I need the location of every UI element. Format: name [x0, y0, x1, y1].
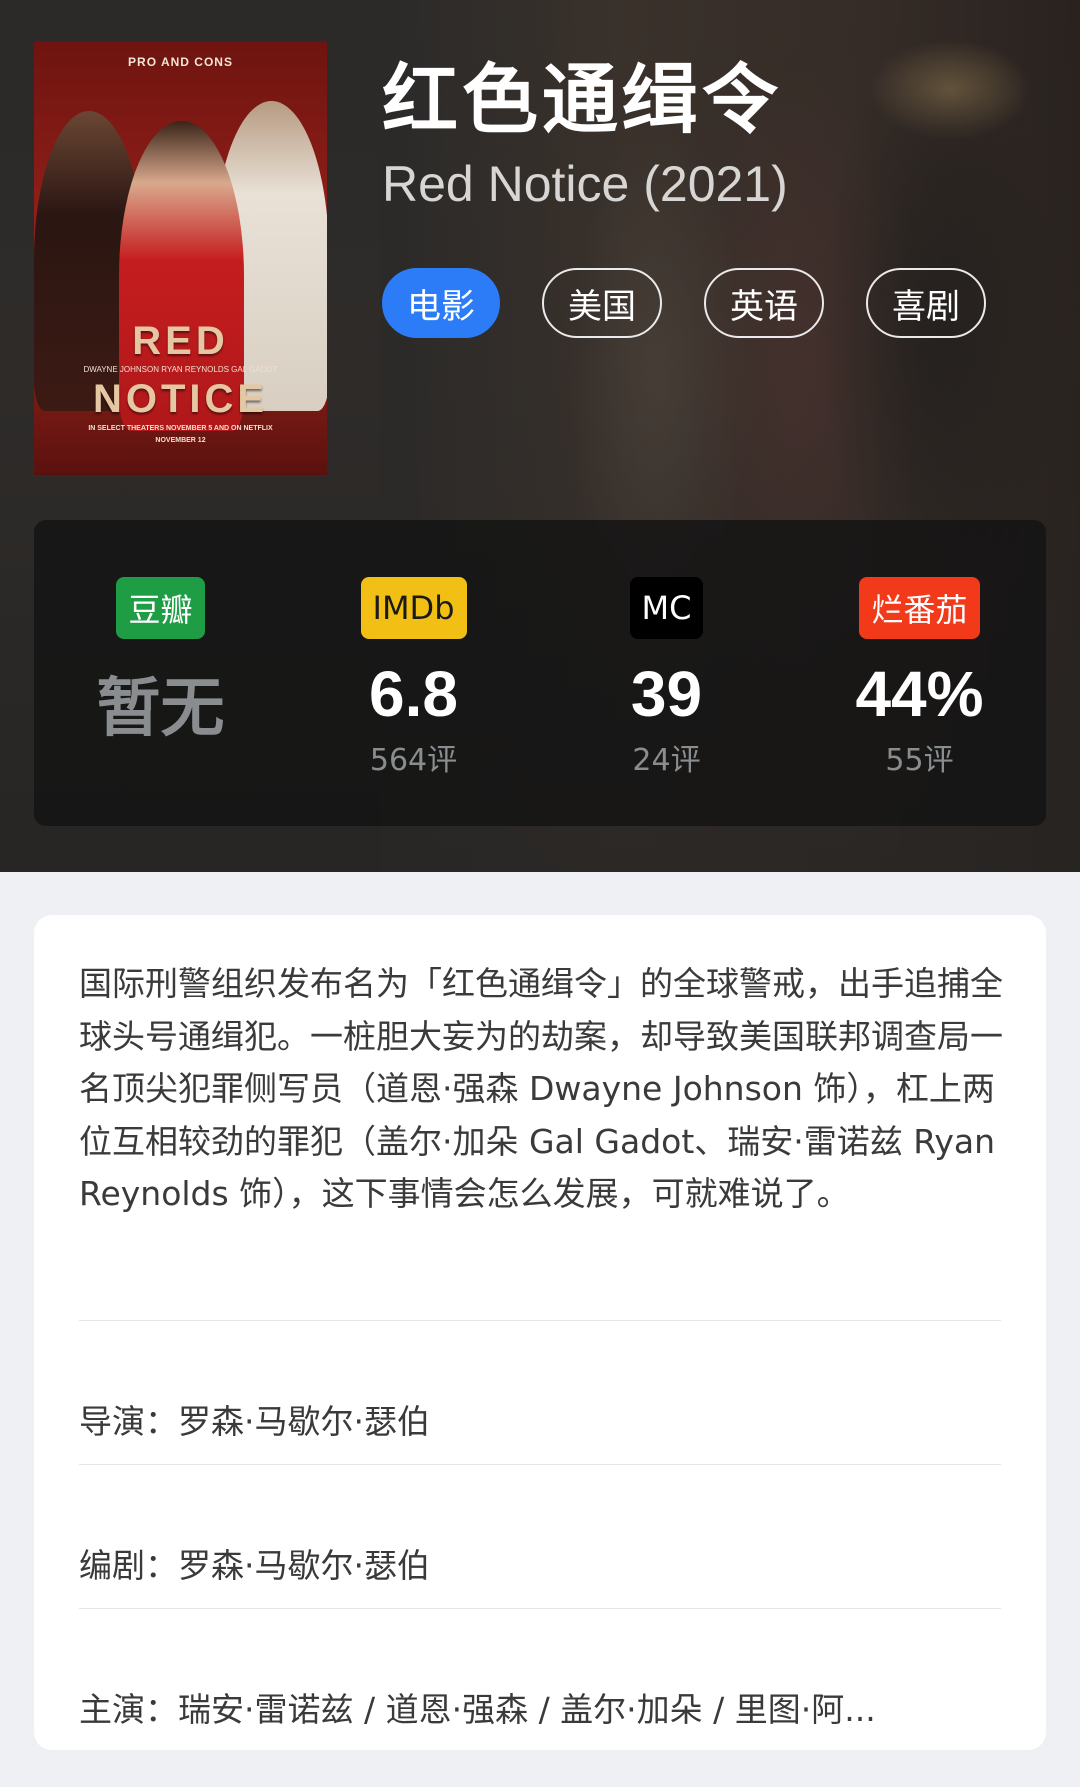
imdb-count: 564评 [369, 743, 458, 778]
tag-language[interactable]: 英语 [704, 268, 824, 338]
poster-release: IN SELECT THEATERS NOVEMBER 5 AND ON NET… [88, 425, 273, 432]
mc-score: 39 [630, 658, 703, 730]
rating-mc[interactable]: MC 39 24评 [540, 520, 793, 826]
rating-imdb[interactable]: IMDb 6.8 564评 [287, 520, 540, 826]
cast-row[interactable]: 主演：瑞安·雷诺兹 / 道恩·强森 / 盖尔·加朵 / 里图·阿... [79, 1683, 1001, 1731]
divider [79, 1464, 1001, 1465]
ratings-panel: 豆瓣 暂无 IMDb 6.8 564评 MC 39 24评 烂番茄 44% 55… [34, 520, 1046, 826]
cast-label: 主演： [79, 1690, 178, 1729]
tag-type[interactable]: 电影 [382, 268, 500, 338]
rt-score: 44% [855, 658, 984, 730]
rating-rotten-tomatoes[interactable]: 烂番茄 44% 55评 [793, 520, 1046, 826]
imdb-score: 6.8 [369, 658, 458, 730]
director-label: 导演： [79, 1402, 178, 1441]
writer-row[interactable]: 编剧：罗森·马歇尔·瑟伯 [79, 1539, 1001, 1587]
poster-date: NOVEMBER 12 [155, 437, 206, 444]
rt-count: 55评 [885, 743, 954, 778]
rating-douban[interactable]: 豆瓣 暂无 [34, 520, 287, 826]
cast-value: 瑞安·雷诺兹 / 道恩·强森 / 盖尔·加朵 / 里图·阿... [178, 1690, 876, 1729]
mc-badge: MC [629, 577, 704, 639]
synopsis: 国际刑警组织发布名为「红色通缉令」的全球警戒，出手追捕全球头号通缉犯。一桩胆大妄… [79, 964, 1003, 1213]
movie-header: PRO AND CONS RED DWAYNE JOHNSON RYAN REY… [0, 0, 1080, 872]
mc-count: 24评 [632, 743, 701, 778]
movie-poster[interactable]: PRO AND CONS RED DWAYNE JOHNSON RYAN REY… [34, 41, 327, 475]
divider [79, 1608, 1001, 1609]
rt-badge: 烂番茄 [859, 577, 980, 639]
writer-label: 编剧： [79, 1546, 178, 1585]
poster-title-line1: RED [132, 319, 229, 363]
divider [79, 1320, 1001, 1321]
details-card: 国际刑警组织发布名为「红色通缉令」的全球警戒，出手追捕全球头号通缉犯。一桩胆大妄… [34, 915, 1046, 1750]
poster-cast: DWAYNE JOHNSON RYAN REYNOLDS GAL GADOT [83, 365, 278, 374]
movie-title-en: Red Notice (2021) [382, 156, 788, 212]
director-row[interactable]: 导演：罗森·马歇尔·瑟伯 [79, 1395, 1001, 1443]
douban-score: 暂无 [96, 672, 225, 746]
poster-title-line2: NOTICE [92, 377, 269, 421]
tag-genre[interactable]: 喜剧 [866, 268, 986, 338]
movie-title-cn: 红色通缉令 [382, 55, 782, 144]
director-value: 罗森·马歇尔·瑟伯 [178, 1402, 430, 1441]
tag-country[interactable]: 美国 [542, 268, 662, 338]
tag-list: 电影 美国 英语 喜剧 [382, 268, 986, 338]
poster-tagline: PRO AND CONS [128, 55, 233, 69]
writer-value: 罗森·马歇尔·瑟伯 [178, 1546, 430, 1585]
douban-badge: 豆瓣 [116, 577, 205, 639]
imdb-badge: IMDb [360, 577, 467, 639]
